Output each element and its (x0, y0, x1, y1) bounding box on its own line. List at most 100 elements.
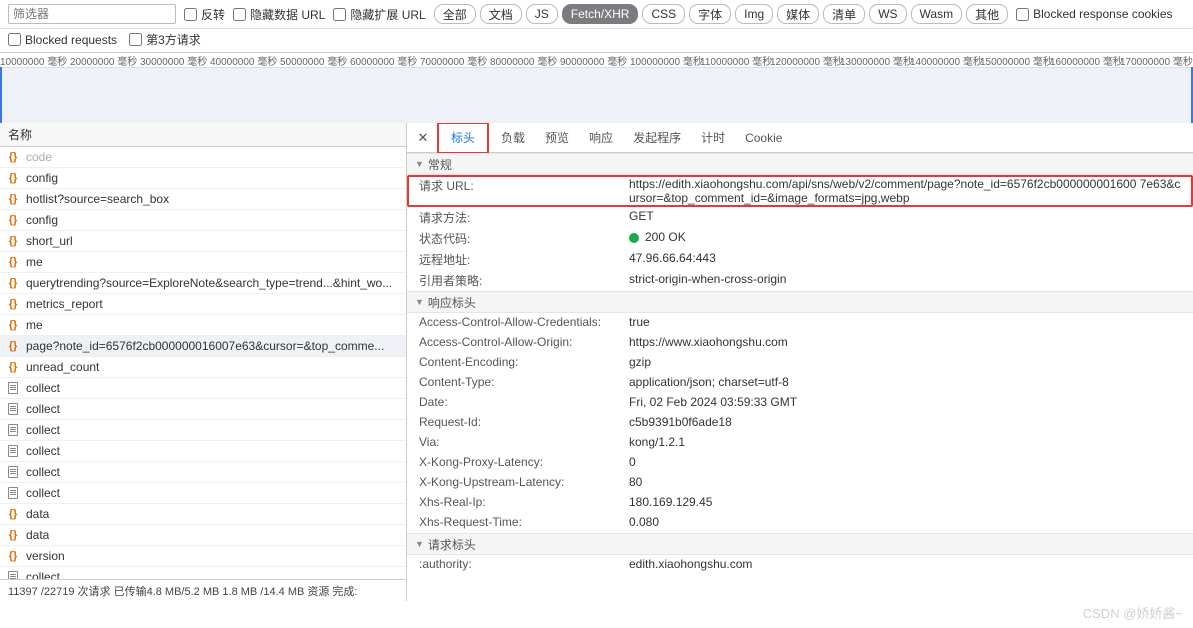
kv-value: 0 (629, 455, 1181, 469)
third-party-checkbox[interactable]: 第3方请求 (129, 31, 201, 48)
request-row[interactable]: {}code (0, 147, 406, 168)
kv-row: Xhs-Request-Time:0.080 (407, 513, 1193, 533)
request-row[interactable]: {}data (0, 525, 406, 546)
timeline-tick: 30000000 毫秒 (140, 53, 207, 67)
kv-row: Date:Fri, 02 Feb 2024 03:59:33 GMT (407, 393, 1193, 413)
kv-value: 180.169.129.45 (629, 495, 1181, 509)
kv-value: edith.xiaohongshu.com (629, 557, 1181, 571)
kv-value: gzip (629, 355, 1181, 369)
kv-row: :authority:edith.xiaohongshu.com (407, 555, 1193, 575)
invert-checkbox[interactable]: 反转 (184, 6, 225, 23)
tab-headers[interactable]: 标头 (441, 124, 485, 152)
type-pill-CSS[interactable]: CSS (642, 4, 685, 24)
request-row[interactable]: {}short_url (0, 231, 406, 252)
request-row[interactable]: collect (0, 441, 406, 462)
type-pill-其他[interactable]: 其他 (966, 4, 1008, 24)
request-row[interactable]: {}metrics_report (0, 294, 406, 315)
request-row[interactable]: {}me (0, 252, 406, 273)
hide-ext-urls-checkbox[interactable]: 隐藏扩展 URL (333, 6, 425, 23)
type-pill-媒体[interactable]: 媒体 (777, 4, 819, 24)
kv-row: 状态代码:200 OK (407, 228, 1193, 249)
section-header[interactable]: ▼响应标头 (407, 291, 1193, 313)
headers-tab-highlight: 标头 (437, 123, 489, 154)
timeline-tick: 20000000 毫秒 (70, 53, 137, 67)
request-row[interactable]: {}version (0, 546, 406, 567)
request-name: config (26, 171, 58, 185)
timeline-body (0, 67, 1193, 123)
request-row[interactable]: collect (0, 399, 406, 420)
braces-icon: {} (6, 339, 20, 353)
request-row[interactable]: {}config (0, 210, 406, 231)
type-pill-Fetch/XHR[interactable]: Fetch/XHR (562, 4, 639, 24)
request-name: collect (26, 444, 60, 458)
name-column-header[interactable]: 名称 (0, 123, 406, 147)
kv-value: 0.080 (629, 515, 1181, 529)
type-pill-全部[interactable]: 全部 (434, 4, 476, 24)
kv-row: Via:kong/1.2.1 (407, 433, 1193, 453)
request-row[interactable]: {}querytrending?source=ExploreNote&searc… (0, 273, 406, 294)
kv-value: c5b9391b0f6ade18 (629, 415, 1181, 429)
type-pill-字体[interactable]: 字体 (689, 4, 731, 24)
request-name: unread_count (26, 360, 99, 374)
request-list-panel: 名称 {}code{}config{}hotlist?source=search… (0, 123, 407, 601)
tab-preview[interactable]: 预览 (535, 124, 579, 152)
type-pill-WS[interactable]: WS (869, 4, 906, 24)
request-row[interactable]: collect (0, 420, 406, 441)
close-icon[interactable]: ✕ (411, 126, 435, 150)
request-row[interactable]: {}hotlist?source=search_box (0, 189, 406, 210)
request-row[interactable]: {}config (0, 168, 406, 189)
blocked-requests-checkbox[interactable]: Blocked requests (8, 33, 117, 47)
kv-row: 引用者策略:strict-origin-when-cross-origin (407, 270, 1193, 291)
tab-response[interactable]: 响应 (579, 124, 623, 152)
kv-row: Access-Control-Allow-Origin:https://www.… (407, 333, 1193, 353)
hide-data-urls-checkbox[interactable]: 隐藏数据 URL (233, 6, 325, 23)
request-row[interactable]: collect (0, 462, 406, 483)
network-toolbar: 反转 隐藏数据 URL 隐藏扩展 URL 全部文档JSFetch/XHRCSS字… (0, 0, 1193, 29)
request-row[interactable]: {}page?note_id=6576f2cb000000016007e63&c… (0, 336, 406, 357)
type-pill-Img[interactable]: Img (735, 4, 773, 24)
type-pill-清单[interactable]: 清单 (823, 4, 865, 24)
detail-tabs: ✕ 标头 负载 预览 响应 发起程序 计时 Cookie (407, 123, 1193, 153)
tab-payload[interactable]: 负载 (491, 124, 535, 152)
request-name: collect (26, 381, 60, 395)
kv-key: 状态代码: (419, 230, 629, 247)
request-name: config (26, 213, 58, 227)
request-row[interactable]: {}data (0, 504, 406, 525)
detail-body[interactable]: ▼常规请求 URL:https://edith.xiaohongshu.com/… (407, 153, 1193, 601)
kv-key: 引用者策略: (419, 272, 629, 289)
tab-timing[interactable]: 计时 (691, 124, 735, 152)
request-row[interactable]: collect (0, 378, 406, 399)
timeline-tick: 80000000 毫秒 (490, 53, 557, 67)
braces-icon: {} (6, 507, 20, 521)
type-pill-文档[interactable]: 文档 (480, 4, 522, 24)
kv-value: https://www.xiaohongshu.com (629, 335, 1181, 349)
request-name: short_url (26, 234, 73, 248)
braces-icon: {} (6, 528, 20, 542)
timeline-tick: 160000000 毫秒 (1050, 53, 1123, 67)
section-header[interactable]: ▼请求标头 (407, 533, 1193, 555)
request-row[interactable]: {}unread_count (0, 357, 406, 378)
request-name: code (26, 150, 52, 164)
document-icon (6, 465, 20, 479)
filter-input[interactable] (8, 4, 176, 24)
waterfall-timeline[interactable]: 10000000 毫秒20000000 毫秒30000000 毫秒4000000… (0, 53, 1193, 123)
request-row[interactable]: collect (0, 483, 406, 504)
kv-row: Xhs-Real-Ip:180.169.129.45 (407, 493, 1193, 513)
kv-value: application/json; charset=utf-8 (629, 375, 1181, 389)
type-pill-JS[interactable]: JS (526, 4, 558, 24)
kv-key: 请求方法: (419, 209, 629, 226)
request-list[interactable]: {}code{}config{}hotlist?source=search_bo… (0, 147, 406, 579)
request-row[interactable]: collect (0, 567, 406, 579)
kv-value: GET (629, 209, 1181, 223)
section-header[interactable]: ▼常规 (407, 153, 1193, 175)
timeline-tick: 100000000 毫秒 (630, 53, 703, 67)
type-pill-Wasm[interactable]: Wasm (911, 4, 963, 24)
braces-icon: {} (6, 192, 20, 206)
kv-row: 请求方法:GET (407, 207, 1193, 228)
triangle-down-icon: ▼ (415, 159, 424, 169)
tab-initiator[interactable]: 发起程序 (623, 124, 691, 152)
blocked-cookies-checkbox[interactable]: Blocked response cookies (1016, 7, 1172, 21)
kv-key: X-Kong-Upstream-Latency: (419, 475, 629, 489)
tab-cookies[interactable]: Cookie (735, 124, 792, 152)
request-row[interactable]: {}me (0, 315, 406, 336)
